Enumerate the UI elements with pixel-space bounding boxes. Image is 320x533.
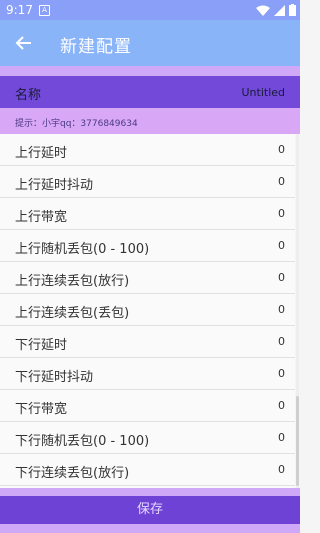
status-icons xyxy=(256,4,296,16)
name-label: 名称 xyxy=(15,88,42,103)
list-item[interactable]: 上行带宽 0 xyxy=(0,198,295,230)
name-field[interactable]: 名称 Untitled xyxy=(0,76,300,108)
row-label: 下行带宽 xyxy=(15,402,68,417)
list-item[interactable]: 下行带宽 0 xyxy=(0,390,295,422)
row-value[interactable]: 0 xyxy=(278,303,285,316)
row-label: 下行延时抖动 xyxy=(15,370,94,385)
divider-band xyxy=(0,66,300,76)
row-value[interactable]: 0 xyxy=(278,463,285,476)
row-label: 上行连续丢包(丢包) xyxy=(15,306,130,321)
row-value[interactable]: 0 xyxy=(278,367,285,380)
divider-band xyxy=(0,524,300,533)
row-value[interactable]: 0 xyxy=(278,207,285,220)
list-item[interactable]: 上行延时抖动 0 xyxy=(0,166,295,198)
row-value[interactable]: 0 xyxy=(278,271,285,284)
list-item[interactable]: 上行延时 0 xyxy=(0,134,295,166)
list-item[interactable]: 上行连续丢包(丢包) 0 xyxy=(0,294,295,326)
scrollbar-thumb[interactable] xyxy=(296,396,299,486)
row-label: 下行延时 xyxy=(15,338,68,353)
page-title: 新建配置 xyxy=(60,37,132,57)
list-item[interactable]: 下行延时抖动 0 xyxy=(0,358,295,390)
row-label: 下行连续丢包(放行) xyxy=(15,466,130,481)
row-label: 上行连续丢包(放行) xyxy=(15,274,130,289)
save-button[interactable]: 保存 xyxy=(0,496,300,524)
hint-bar: 提示：小宇qq：3776849634 xyxy=(0,108,300,134)
row-value[interactable]: 0 xyxy=(278,175,285,188)
name-input[interactable]: Untitled xyxy=(241,86,285,99)
settings-list[interactable]: 上行延时 0 上行延时抖动 0 上行带宽 0 上行随机丢包(0 - 100) 0 上行连… xyxy=(0,134,295,488)
arrow-left-icon[interactable] xyxy=(13,32,35,54)
row-label: 上行随机丢包(0 - 100) xyxy=(15,242,150,257)
row-value[interactable]: 0 xyxy=(278,143,285,156)
status-time: 9:17 xyxy=(6,3,33,17)
status-bar: 9:17 A xyxy=(0,0,300,20)
app-bar: 新建配置 xyxy=(0,20,300,66)
battery-icon xyxy=(289,4,296,16)
list-item[interactable]: 下行随机丢包(0 - 100) 0 xyxy=(0,422,295,454)
row-label: 下行随机丢包(0 - 100) xyxy=(15,434,150,449)
divider-band xyxy=(0,488,300,496)
signal-icon xyxy=(274,4,285,16)
row-value[interactable]: 0 xyxy=(278,399,285,412)
row-value[interactable]: 0 xyxy=(278,335,285,348)
save-bar: 保存 xyxy=(0,496,300,524)
hint-text: 提示：小宇qq：3776849634 xyxy=(15,119,138,129)
list-item[interactable]: 上行随机丢包(0 - 100) 0 xyxy=(0,230,295,262)
list-item[interactable]: 下行延时 0 xyxy=(0,326,295,358)
row-value[interactable]: 0 xyxy=(278,431,285,444)
row-label: 上行延时抖动 xyxy=(15,178,94,193)
row-label: 上行带宽 xyxy=(15,210,68,225)
list-item[interactable]: 下行连续丢包(放行) 0 xyxy=(0,454,295,486)
list-item[interactable]: 上行连续丢包(放行) 0 xyxy=(0,262,295,294)
wifi-icon xyxy=(256,5,270,16)
notification-icon: A xyxy=(39,5,50,16)
row-label: 上行延时 xyxy=(15,146,68,161)
row-value[interactable]: 0 xyxy=(278,239,285,252)
scrollbar[interactable] xyxy=(296,134,299,488)
